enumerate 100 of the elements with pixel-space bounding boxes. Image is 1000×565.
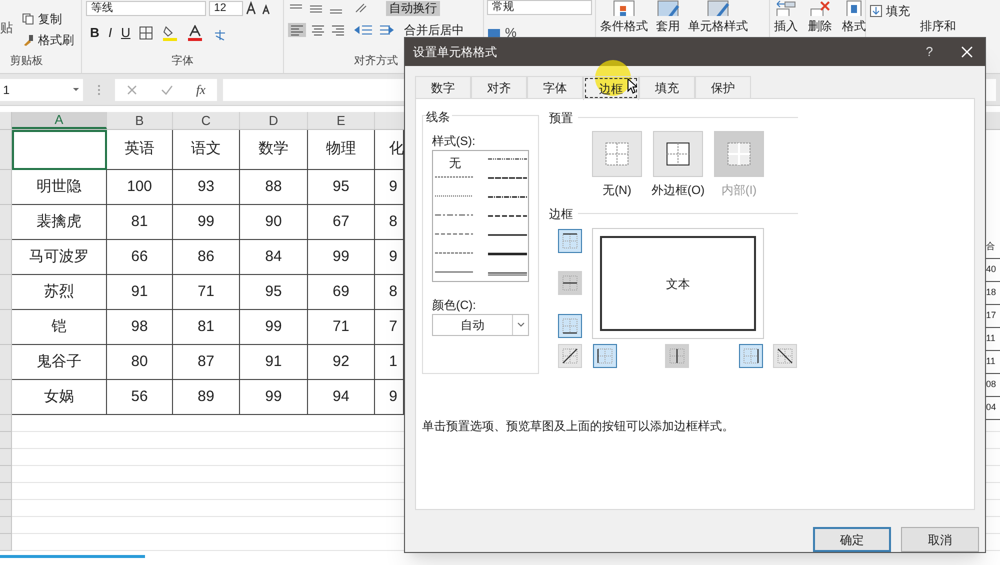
row-header[interactable]	[0, 380, 12, 415]
tab[interactable]: 填充	[639, 76, 695, 98]
style-button[interactable]: 条件格式	[600, 19, 648, 33]
row-header[interactable]	[0, 432, 12, 449]
paste-label[interactable]: 贴	[0, 0, 22, 52]
table-cell: 81	[173, 310, 240, 345]
border-preview[interactable]: 文本	[592, 228, 764, 339]
style-button[interactable]: 套用	[656, 19, 680, 33]
tab[interactable]: 数字	[415, 76, 471, 98]
table-cell: 69	[308, 275, 375, 310]
table-cell: 87	[173, 345, 240, 380]
italic-button[interactable]: I	[108, 23, 112, 43]
row-header[interactable]	[0, 170, 12, 205]
line-style-none[interactable]: 无	[449, 154, 461, 172]
table-cell: 裴擒虎	[12, 205, 107, 240]
preset-label: 外边框(O)	[650, 182, 706, 199]
column-header[interactable]: C	[173, 112, 240, 129]
table-cell: 苏烈	[12, 275, 107, 310]
table-cell: 93	[173, 170, 240, 205]
format-painter-button[interactable]: 格式刷	[38, 31, 74, 49]
name-box[interactable]: 1	[0, 78, 83, 100]
column-header[interactable]: D	[240, 112, 308, 129]
row-header[interactable]	[0, 310, 12, 345]
table-cell: 女娲	[12, 380, 107, 415]
group-label: 剪贴板	[9, 54, 44, 68]
copy-button[interactable]: 复制	[38, 10, 62, 28]
row-header[interactable]	[0, 240, 12, 275]
cell-button[interactable]: 插入	[774, 19, 798, 33]
underline-button[interactable]: U	[121, 23, 130, 43]
table-cell: 明世隐	[12, 170, 107, 205]
border-line-icon	[560, 346, 580, 366]
dialog-title: 设置单元格格式	[413, 44, 498, 61]
color-select-value: 自动	[460, 317, 486, 334]
font-name-field[interactable]: 等线	[86, 0, 206, 16]
tab[interactable]: 对齐	[471, 76, 527, 98]
cell-button[interactable]: 格式	[842, 19, 866, 33]
table-cell: 98	[107, 310, 173, 345]
border-line-icon	[741, 346, 761, 366]
tab[interactable]: 字体	[527, 76, 583, 98]
table-cell: 86	[173, 240, 240, 275]
preset-button[interactable]	[653, 131, 703, 177]
fill-button[interactable]: 填充	[886, 2, 910, 20]
tab[interactable]: 保护	[695, 76, 751, 98]
border-line-icon	[560, 231, 580, 251]
wrap-text-button[interactable]: 自动换行	[386, 0, 440, 16]
row-header[interactable]	[0, 415, 12, 432]
border-toggle-button[interactable]	[593, 344, 617, 368]
grip-icon	[97, 82, 101, 96]
table-cell: 物理	[308, 130, 375, 170]
table-cell: 90	[240, 205, 308, 240]
brush-icon	[22, 34, 34, 46]
column-header[interactable]: B	[107, 112, 173, 129]
border-toggle-button[interactable]	[739, 344, 763, 368]
row-header[interactable]	[0, 517, 12, 534]
table-cell: 67	[308, 205, 375, 240]
table-cell: 99	[173, 205, 240, 240]
table-cell: 马可波罗	[12, 240, 107, 275]
preset-label: 无(N)	[602, 182, 632, 199]
row-header[interactable]	[0, 483, 12, 500]
insert-function-button[interactable]: fx	[196, 80, 206, 100]
cell-button[interactable]: 删除	[808, 19, 832, 33]
check-icon	[161, 84, 174, 96]
help-button[interactable]: ?	[926, 42, 933, 62]
column-header[interactable]: A	[12, 112, 107, 129]
dialog-button[interactable]: 确定	[813, 527, 891, 552]
row-header[interactable]	[0, 534, 12, 551]
border-toggle-button[interactable]	[558, 229, 582, 253]
group-label: 对齐方式	[353, 54, 399, 68]
table-cell: 71	[173, 275, 240, 310]
group-legend: 边框	[549, 205, 573, 223]
row-header[interactable]	[0, 500, 12, 517]
merge-center-button[interactable]: 合并后居中	[404, 21, 464, 39]
column-header[interactable]: E	[308, 112, 375, 129]
table-cell: 84	[240, 240, 308, 275]
table-cell: 94	[308, 380, 375, 415]
indent-icon	[354, 23, 394, 37]
border-line-icon	[560, 316, 580, 336]
color-select[interactable]: 自动	[432, 314, 529, 336]
name-box-text: 1	[3, 82, 10, 98]
table-cell: 100	[107, 170, 173, 205]
table-cell: 80	[107, 345, 173, 380]
row-header[interactable]	[0, 345, 12, 380]
caret-icon	[516, 322, 524, 328]
row-header[interactable]	[0, 275, 12, 310]
tab[interactable]: 边框	[583, 76, 639, 100]
border-toggle-button[interactable]	[558, 314, 582, 338]
font-size-field[interactable]: 12	[209, 0, 243, 16]
style-button[interactable]: 单元格样式	[688, 19, 748, 33]
bold-button[interactable]: B	[90, 23, 100, 43]
table-cell: 99	[308, 240, 375, 275]
number-format-field[interactable]: 常规	[487, 0, 592, 15]
dialog-button[interactable]: 取消	[901, 527, 979, 552]
row-header[interactable]	[0, 205, 12, 240]
table-cell: 99	[240, 310, 308, 345]
table-cell: 91	[107, 275, 173, 310]
table-cell: 数学	[240, 130, 308, 170]
row-header[interactable]	[0, 466, 12, 483]
row-header[interactable]	[0, 130, 12, 170]
line-style-list[interactable]: 无	[432, 150, 529, 282]
row-header[interactable]	[0, 449, 12, 466]
